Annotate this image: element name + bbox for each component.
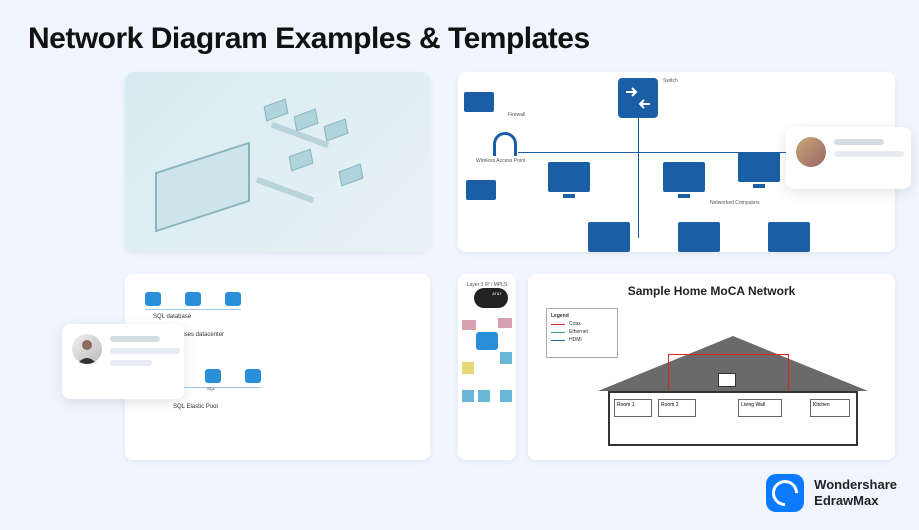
brand-logo: Wondershare EdrawMax — [766, 474, 897, 512]
placeholder-line — [110, 360, 152, 366]
placeholder-line — [834, 139, 884, 145]
avatar — [72, 334, 102, 364]
cloud-icon — [474, 288, 508, 308]
brand-name-2: EdrawMax — [814, 493, 897, 509]
mpls-diagram: Layer 3 IP / MPLS AT&T — [458, 274, 516, 460]
floating-user-card-2 — [62, 324, 184, 399]
switch-icon — [618, 78, 658, 118]
page-title: Network Diagram Examples & Templates — [28, 22, 590, 56]
placeholder-line — [110, 336, 160, 342]
template-card-mpls[interactable]: Layer 3 IP / MPLS AT&T — [458, 274, 516, 460]
edrawmax-icon — [766, 474, 804, 512]
wifi-router-icon — [493, 132, 517, 156]
template-card-home-network[interactable]: Sample Home MoCA Network Legend Coax Eth… — [528, 274, 895, 460]
placeholder-line — [110, 348, 180, 354]
house-diagram: Sample Home MoCA Network Legend Coax Eth… — [528, 274, 895, 460]
placeholder-line — [834, 151, 904, 157]
template-card-isometric[interactable] — [125, 72, 430, 252]
template-grid: Switch Firewall Wireless Access Point Ne… — [125, 72, 855, 462]
floating-user-card-1 — [786, 127, 911, 189]
avatar — [796, 137, 826, 167]
isometric-diagram — [125, 72, 430, 252]
brand-name-1: Wondershare — [814, 477, 897, 493]
